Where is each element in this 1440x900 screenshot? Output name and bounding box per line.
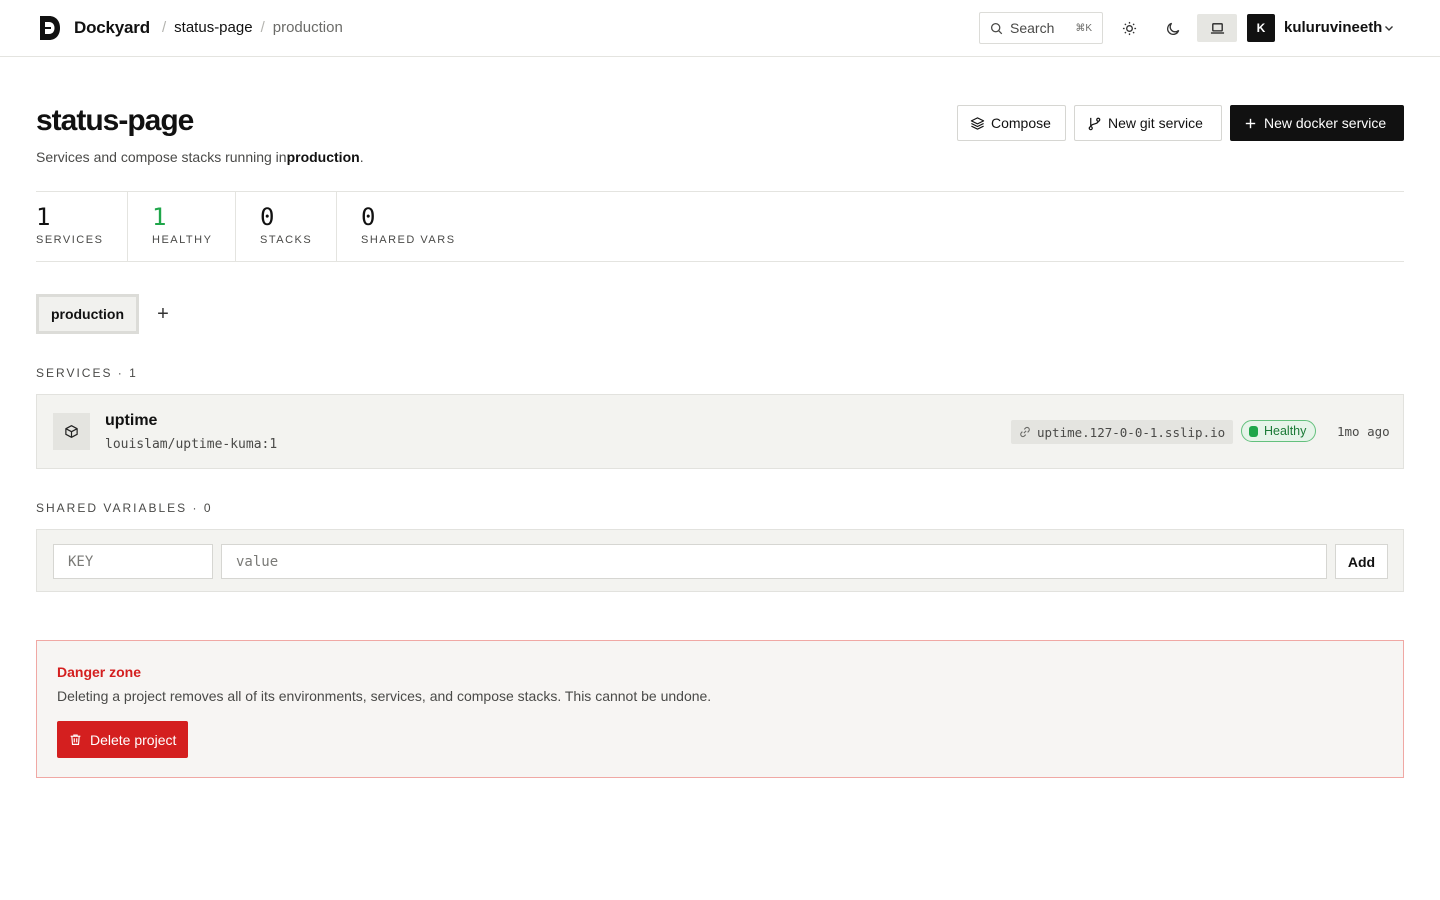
- shared-vars-form: Add: [36, 529, 1404, 592]
- box-icon: [65, 425, 78, 438]
- service-domain-link[interactable]: uptime.127-0-0-1.sslip.io: [1011, 420, 1234, 444]
- stat-divider: [127, 192, 128, 261]
- new-docker-service-button[interactable]: New docker service: [1230, 105, 1404, 141]
- stat-healthy: 1 HEALTHY: [152, 192, 236, 261]
- avatar[interactable]: K: [1247, 14, 1275, 42]
- page-subtitle: Services and compose stacks running inpr…: [36, 149, 364, 165]
- top-bar: Dockyard / status-page / production Sear…: [0, 0, 1440, 57]
- search-label: Search: [1010, 20, 1055, 36]
- service-row[interactable]: uptime louislam/uptime-kuma:1 uptime.127…: [36, 394, 1404, 469]
- stat-value: 1: [36, 203, 51, 231]
- stat-shared-vars: 0 SHARED VARS: [361, 192, 481, 261]
- delete-project-label: Delete project: [90, 731, 177, 748]
- stat-label: STACKS: [260, 234, 313, 246]
- breadcrumb-environment[interactable]: production: [273, 19, 343, 36]
- stat-value: 0: [260, 203, 275, 231]
- stat-label: SERVICES: [36, 234, 104, 246]
- stat-label: SHARED VARS: [361, 234, 456, 246]
- username[interactable]: kuluruvineeth: [1284, 19, 1382, 36]
- laptop-icon: [1210, 22, 1224, 34]
- subtitle-environment: production: [286, 149, 360, 165]
- breadcrumb: / status-page / production: [154, 19, 343, 36]
- danger-zone: Danger zone Deleting a project removes a…: [36, 640, 1404, 778]
- moon-icon: [1166, 22, 1179, 35]
- system-theme-button[interactable]: [1197, 14, 1237, 42]
- sun-icon: [1122, 21, 1136, 35]
- search-button[interactable]: Search ⌘K: [979, 12, 1103, 44]
- chevron-down-icon[interactable]: [1383, 22, 1395, 34]
- service-icon: [53, 413, 90, 450]
- breadcrumb-project[interactable]: status-page: [174, 19, 252, 36]
- services-heading: SERVICES · 1: [36, 366, 138, 380]
- page-title: status-page: [36, 104, 194, 137]
- stats-bar: 1 SERVICES 1 HEALTHY 0 STACKS 0 SHARED V…: [36, 191, 1404, 262]
- breadcrumb-separator: /: [162, 19, 167, 36]
- stat-label: HEALTHY: [152, 234, 213, 246]
- add-environment-button[interactable]: +: [152, 303, 174, 325]
- compose-button[interactable]: Compose: [957, 105, 1066, 141]
- new-git-service-button[interactable]: New git service: [1074, 105, 1222, 141]
- trash-icon: [70, 734, 81, 745]
- compose-label: Compose: [991, 115, 1051, 131]
- variable-value-input[interactable]: [221, 544, 1327, 579]
- stat-value: 0: [361, 203, 376, 231]
- search-icon: [990, 22, 1003, 34]
- git-branch-icon: [1088, 117, 1101, 130]
- subtitle-prefix: Services and compose stacks running in: [36, 149, 287, 165]
- brand-name: Dockyard: [74, 18, 150, 37]
- shared-vars-heading: SHARED VARIABLES · 0: [36, 501, 213, 515]
- service-updated: 1mo ago: [1337, 424, 1390, 439]
- subtitle-suffix: .: [359, 149, 364, 165]
- search-shortcut: ⌘K: [1075, 22, 1092, 34]
- plus-icon: [1245, 118, 1256, 128]
- service-name[interactable]: uptime: [105, 412, 157, 430]
- danger-zone-description: Deleting a project removes all of its en…: [57, 688, 712, 704]
- docker-label: New docker service: [1264, 115, 1387, 131]
- brand-link[interactable]: Dockyard: [38, 15, 150, 41]
- variable-key-input[interactable]: [53, 544, 213, 579]
- stat-value: 1: [152, 203, 167, 231]
- breadcrumb-separator: /: [260, 19, 265, 36]
- add-variable-button[interactable]: Add: [1335, 544, 1388, 579]
- light-theme-button[interactable]: [1115, 14, 1143, 42]
- tab-production[interactable]: production: [36, 294, 139, 334]
- dockyard-logo-icon: [40, 16, 60, 40]
- git-label: New git service: [1108, 115, 1203, 131]
- stat-divider: [235, 192, 236, 261]
- stat-services: 1 SERVICES: [36, 192, 128, 261]
- service-image: louislam/uptime-kuma:1: [105, 437, 278, 452]
- danger-zone-title: Danger zone: [57, 664, 142, 680]
- service-domain: uptime.127-0-0-1.sslip.io: [1037, 424, 1226, 440]
- status-text: Healthy: [1264, 424, 1307, 438]
- status-badge: Healthy: [1241, 420, 1317, 442]
- status-dot-icon: [1249, 425, 1258, 437]
- dark-theme-button[interactable]: [1159, 14, 1187, 42]
- layers-icon: [970, 116, 985, 130]
- stat-stacks: 0 STACKS: [260, 192, 336, 261]
- link-icon: [1020, 426, 1030, 438]
- stat-divider: [336, 192, 337, 261]
- delete-project-button[interactable]: Delete project: [57, 721, 189, 758]
